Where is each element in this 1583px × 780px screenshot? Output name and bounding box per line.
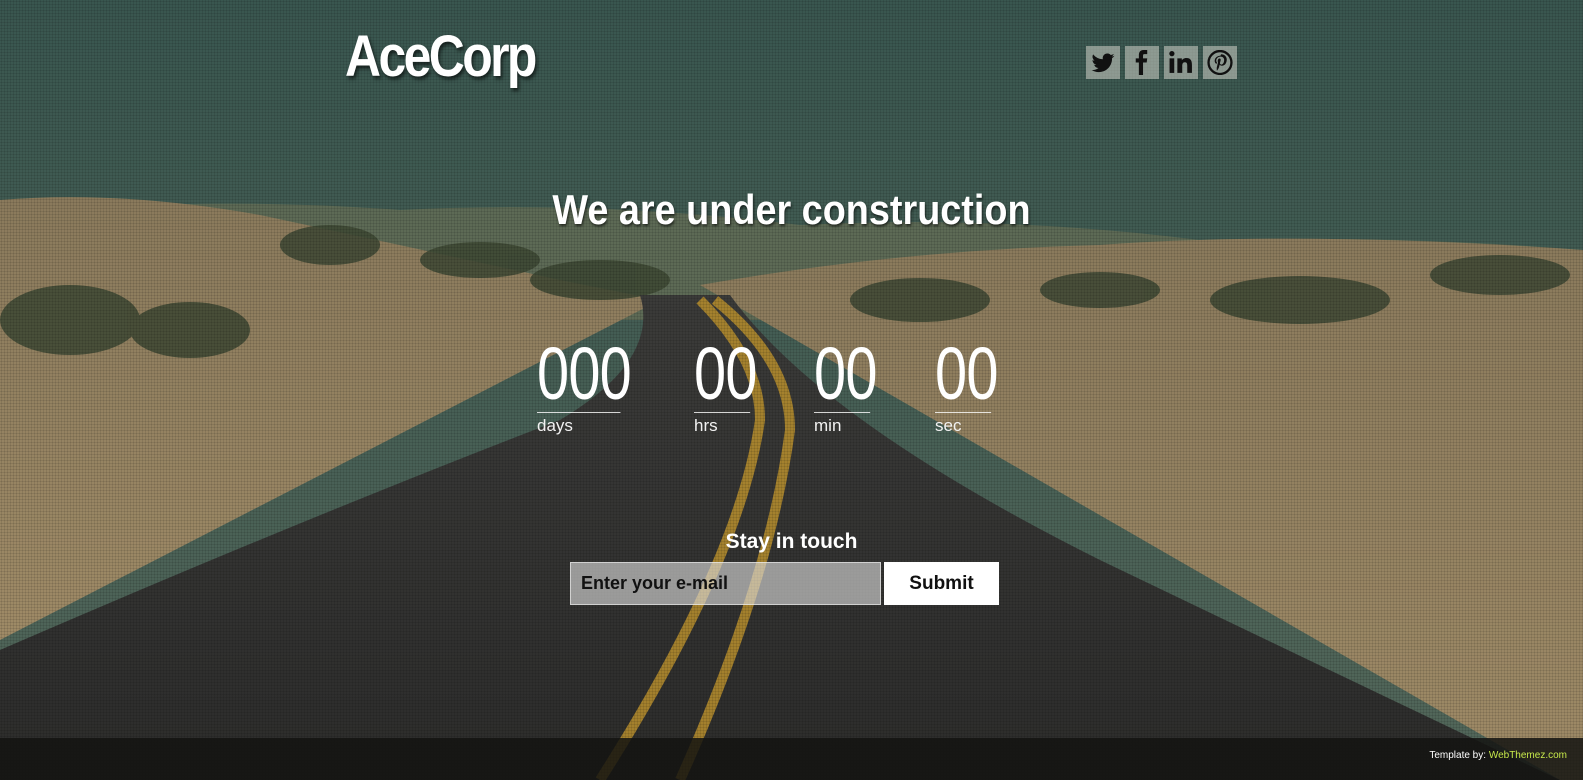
page: AceCorp We are under construction 000 da… [0, 0, 1583, 780]
countdown-seconds-value: 00 [935, 332, 998, 415]
countdown-seconds: 00 sec [935, 336, 1007, 436]
countdown-minutes: 00 min [814, 336, 886, 436]
pinterest-link[interactable] [1203, 46, 1237, 79]
countdown-hours: 00 hrs [694, 336, 766, 436]
subscribe-heading: Stay in touch [725, 530, 858, 553]
countdown-days-value: 000 [537, 332, 632, 415]
subscribe-form: Submit [570, 562, 999, 605]
countdown-seconds-label: sec [935, 416, 962, 435]
countdown-hours-label: hrs [694, 416, 718, 435]
countdown-minutes-value: 00 [814, 332, 877, 415]
footer-credit-prefix: Template by: [1429, 750, 1487, 761]
twitter-icon [1091, 53, 1115, 73]
logo[interactable]: AceCorp [345, 22, 537, 92]
countdown-days-label: days [537, 416, 573, 435]
facebook-link[interactable] [1125, 46, 1159, 79]
pinterest-icon [1207, 50, 1233, 75]
submit-button[interactable]: Submit [884, 562, 999, 605]
footer-credit: Template by: WebThemez.com [1429, 750, 1567, 761]
countdown-hours-value: 00 [694, 332, 757, 415]
linkedin-icon [1169, 51, 1192, 73]
footer: Template by: WebThemez.com [0, 738, 1583, 780]
facebook-icon [1135, 50, 1148, 75]
countdown-days: 000 days [537, 336, 644, 436]
email-input[interactable] [570, 562, 881, 605]
footer-credit-link[interactable]: WebThemez.com [1489, 750, 1567, 761]
background-road-image [0, 0, 1583, 780]
linkedin-link[interactable] [1164, 46, 1198, 79]
twitter-link[interactable] [1086, 46, 1120, 79]
page-title: We are under construction [552, 186, 1031, 233]
social-links [1086, 46, 1237, 79]
countdown-minutes-label: min [814, 416, 842, 435]
